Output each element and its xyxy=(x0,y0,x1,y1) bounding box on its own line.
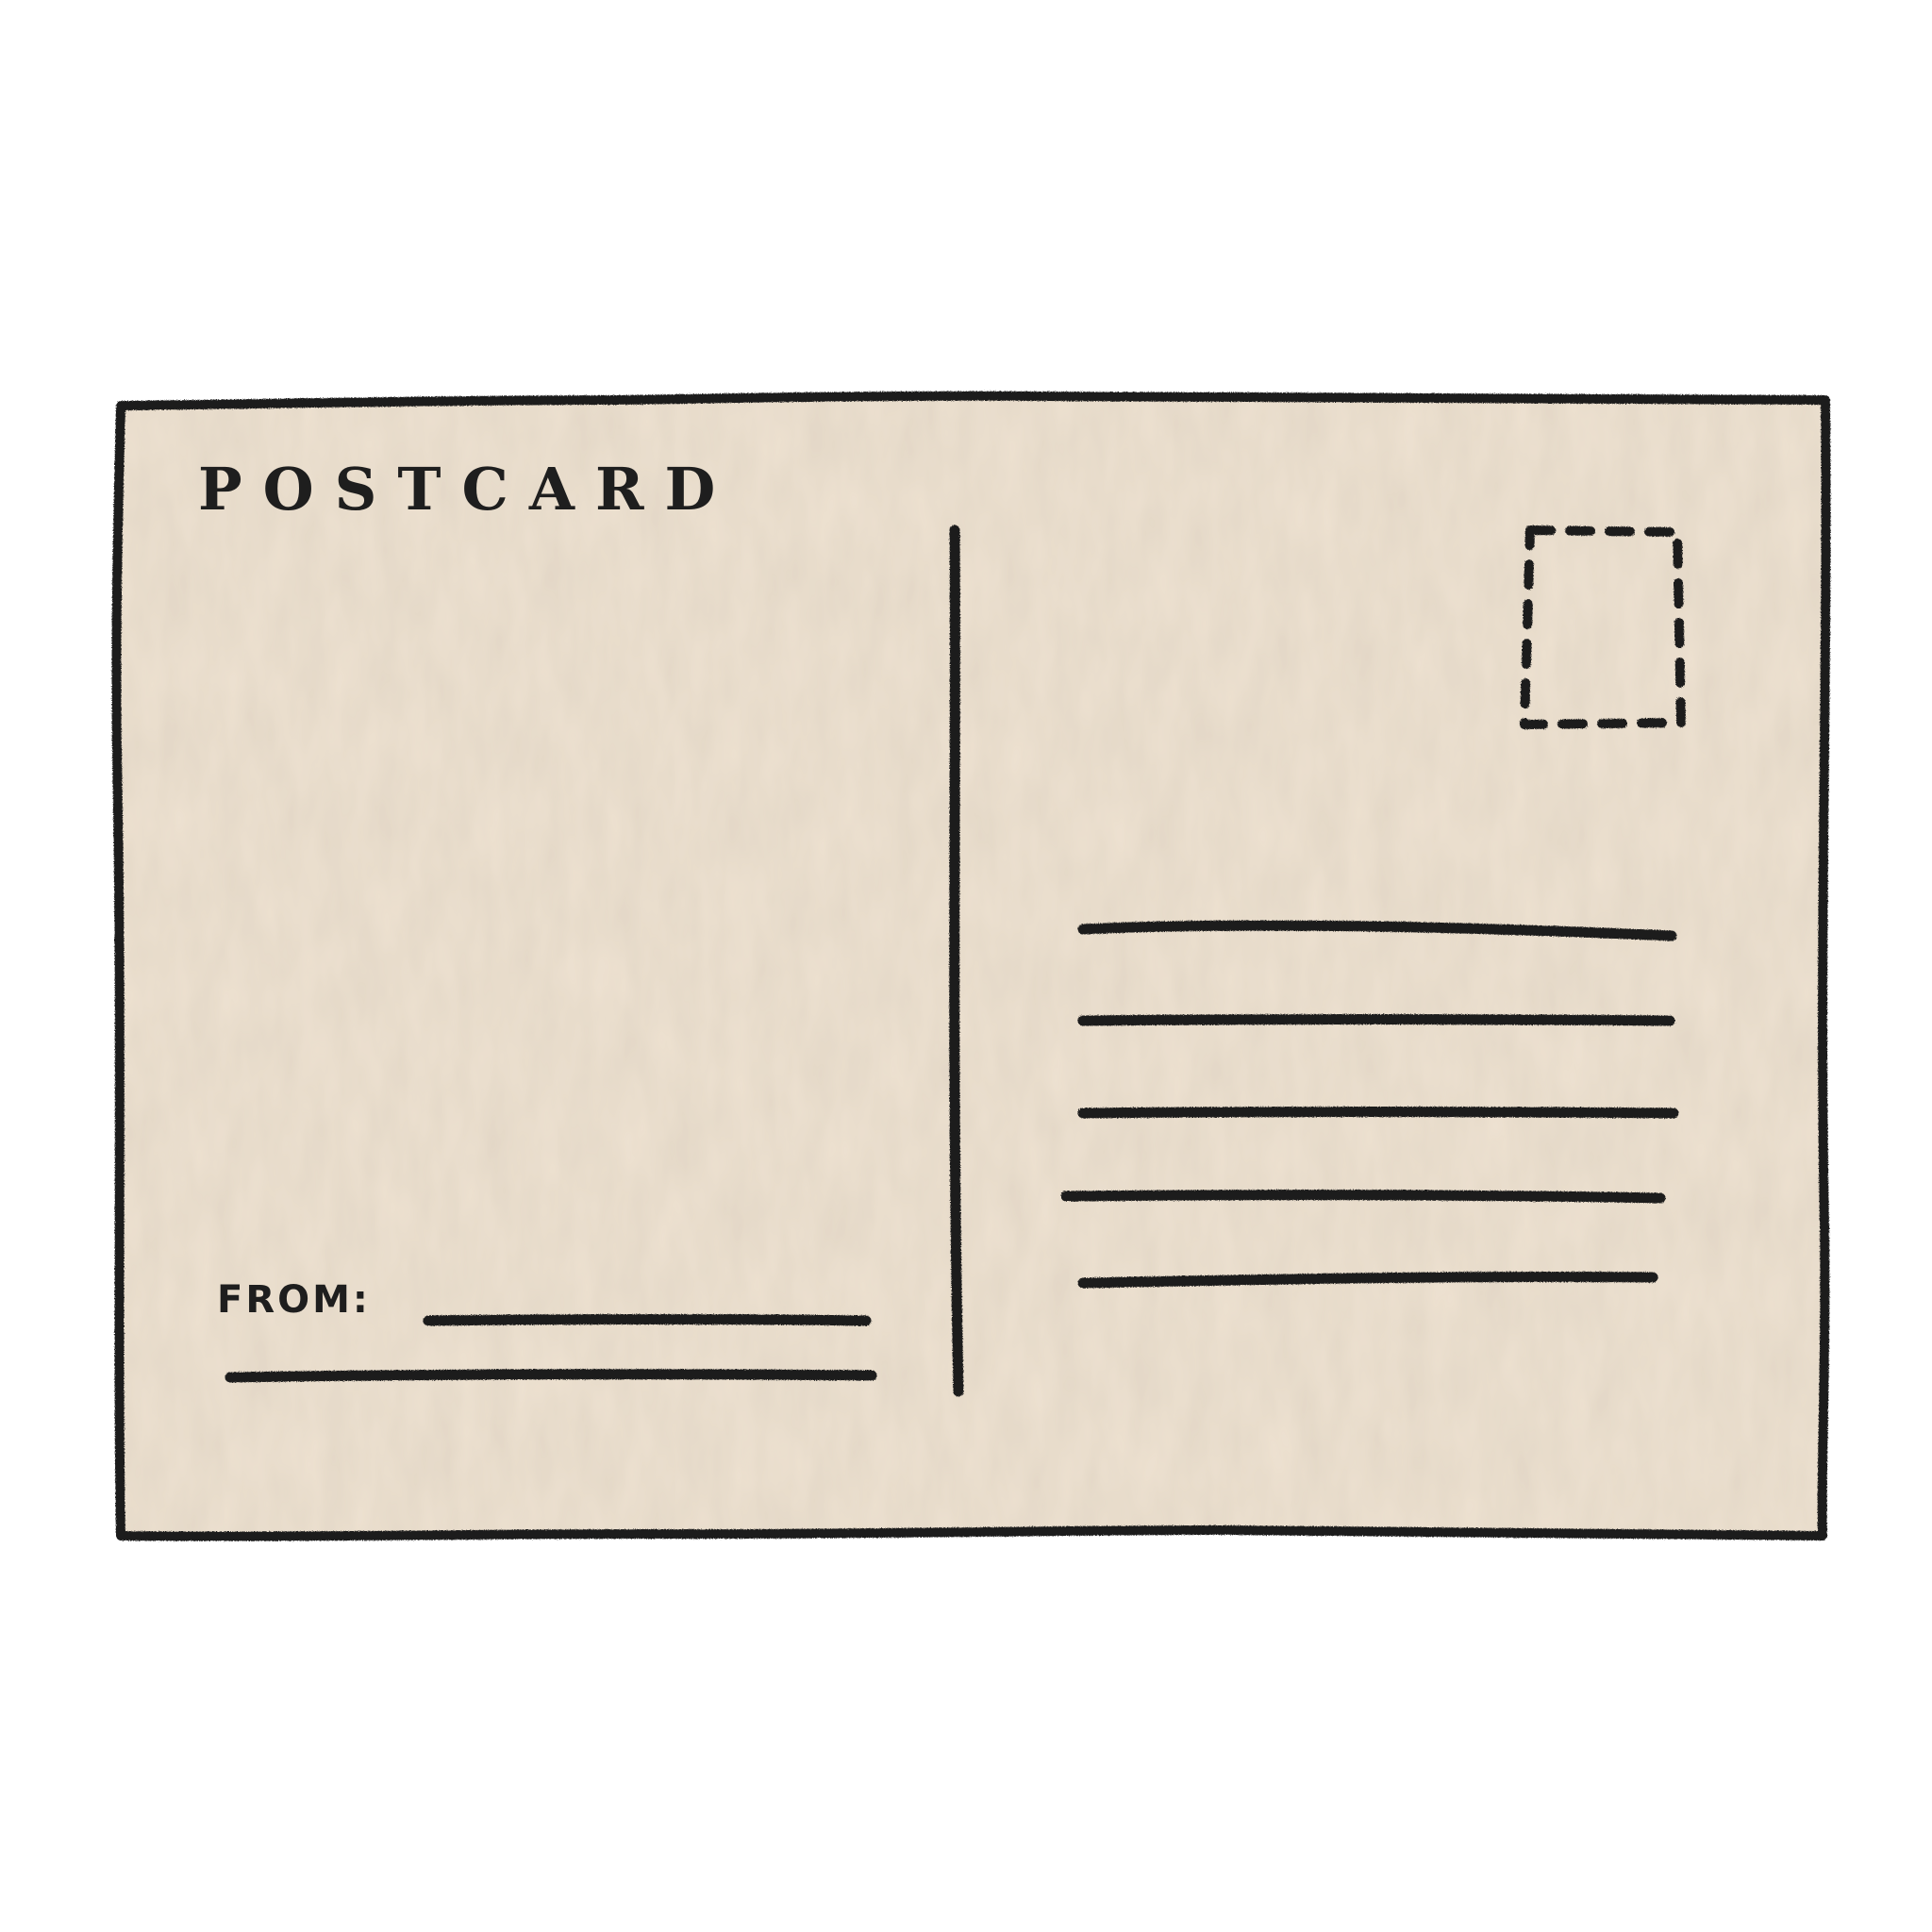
from-line-1 xyxy=(423,1314,872,1326)
postcard-paper xyxy=(121,396,1825,1536)
postcard-illustration: POSTCARD FROM: xyxy=(0,0,1932,1932)
postcard-drawing xyxy=(111,391,1831,1541)
address-line-2 xyxy=(1077,1014,1675,1026)
postcard-title: POSTCARD xyxy=(198,455,737,524)
center-divider xyxy=(949,525,964,1397)
address-line-3 xyxy=(1077,1107,1679,1119)
from-line-2 xyxy=(225,1369,877,1383)
address-line-4 xyxy=(1060,1190,1666,1204)
from-label: FROM: xyxy=(217,1278,371,1322)
